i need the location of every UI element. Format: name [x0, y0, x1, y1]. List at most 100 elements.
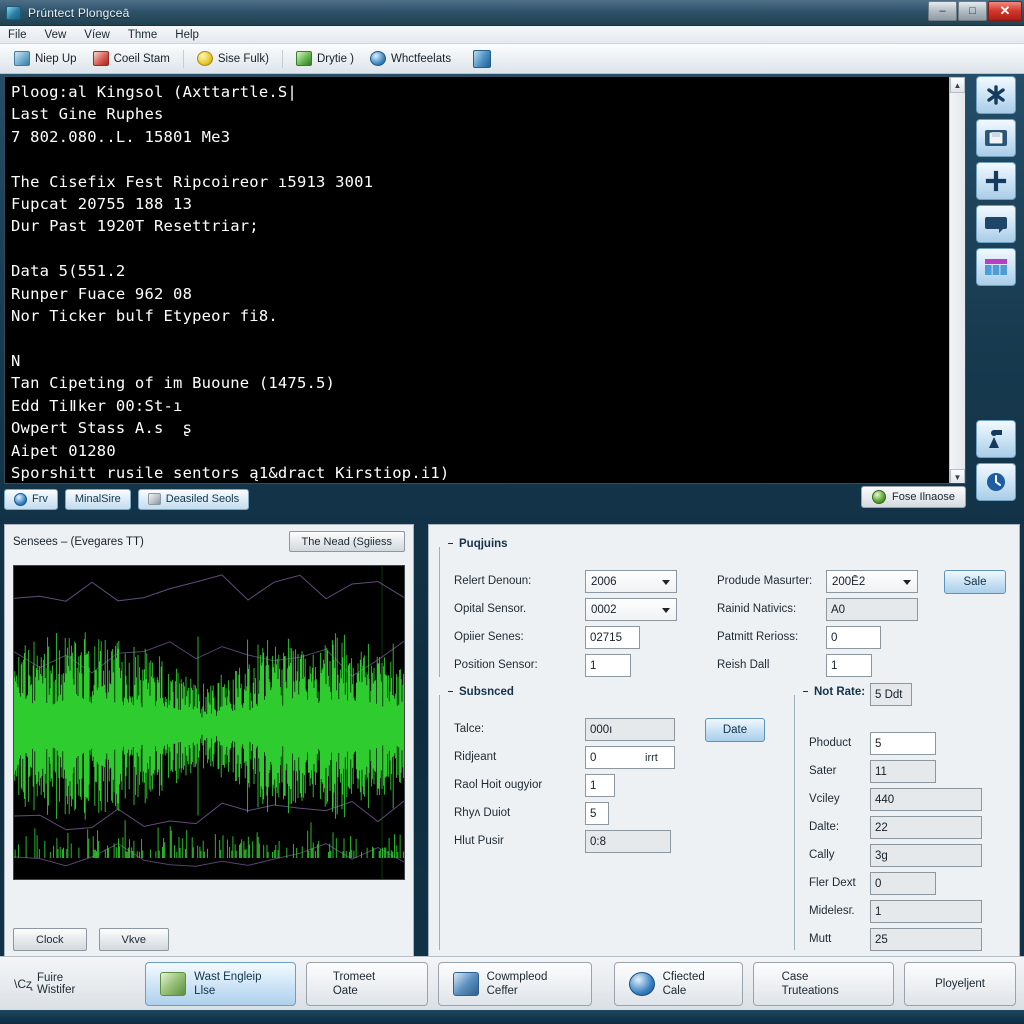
console-action-button[interactable]: Fose Ilnaose	[861, 486, 966, 508]
vkve-button[interactable]: Vkve	[98, 928, 169, 951]
wast-engleip-llse-button[interactable]: Wast Engleip Llse	[145, 961, 296, 1006]
graph-panel-header: Sensees – (Evegares TT) The Nead (Sgiies…	[5, 525, 413, 556]
label-hlut-pusir: Hlut Pusir	[454, 835, 504, 847]
input-phoduct[interactable]: 5	[870, 732, 936, 755]
select-relert-denoun[interactable]: 2006	[585, 570, 677, 593]
waveform-canvas[interactable]	[13, 565, 405, 880]
label-reish-dall: Reish Dall	[717, 659, 770, 671]
input-sater[interactable]: 11	[870, 760, 936, 783]
input-opiier-senes[interactable]: 02715	[585, 626, 640, 649]
group-title-puqjuins: – Puqjuins	[442, 538, 512, 550]
label-vciley: Vciley	[809, 793, 840, 805]
sale-button[interactable]: Sale	[944, 570, 1006, 594]
flag-person-icon-button[interactable]	[976, 420, 1016, 458]
globe-icon	[370, 51, 386, 66]
tromeet-oate-button[interactable]: Tromeet Oate	[305, 961, 428, 1006]
group-subsnced: – Subsnced Talce: 000ı Date Ridjeant 0 i…	[439, 686, 784, 950]
history-clock-icon-button[interactable]	[976, 463, 1016, 501]
label-phoduct: Phoduct	[809, 737, 852, 749]
collapse-toggle-icon[interactable]: –	[801, 686, 810, 697]
input-rainid-nativics[interactable]: A0	[826, 598, 918, 621]
button-label: Wast Engleip Llse	[194, 970, 262, 997]
bottom-note: \Сʐ Fuire Wistifer	[14, 972, 101, 996]
asterisk-icon-button[interactable]	[976, 76, 1016, 114]
clock-button[interactable]: Clock	[13, 928, 87, 951]
toolbar-button-label: Drytie )	[316, 52, 354, 65]
menu-item-view[interactable]: Víew	[84, 29, 110, 41]
collapse-toggle-icon[interactable]: –	[446, 538, 455, 549]
input-mideles[interactable]: 1	[870, 900, 982, 923]
menu-item-vew[interactable]: Vew	[45, 29, 67, 41]
input-rhy-duiot[interactable]: 5	[585, 802, 609, 825]
toolbar-button-niep-up[interactable]: Niep Up	[8, 49, 83, 68]
save-disk-icon-button[interactable]	[976, 119, 1016, 157]
group-puqjuins: – Puqjuins Relert Denoun: 2006 Opital Se…	[439, 538, 1011, 677]
select-produde-masurter[interactable]: 200Ē2	[826, 570, 918, 593]
window-title: Prúntect Plongceā	[28, 5, 130, 20]
input-patmitt-rerioss[interactable]: 0	[826, 626, 881, 649]
button-label: Tromeet Oate	[332, 970, 376, 997]
toolbar-button-label: Sise Fulk)	[217, 52, 269, 65]
input-talce[interactable]: 000ı	[585, 718, 675, 741]
input-fler-dext[interactable]: 0	[870, 872, 936, 895]
toolbar-button-label: Coeil Stam	[113, 52, 170, 65]
window-icon-button[interactable]	[976, 205, 1016, 243]
group-title-not-rate: – Not Rate:	[797, 686, 870, 698]
label-fler-dext: Fler Dext	[809, 877, 856, 889]
tab-label: MinalSire	[74, 493, 121, 505]
cowmpleod-ceffer-button[interactable]: Cowmpleod Ceffer	[437, 961, 592, 1006]
label-relert-denoun: Relert Denoun:	[454, 575, 532, 587]
label-mideles: Midelesг.	[809, 905, 855, 917]
case-truteations-button[interactable]: Case Truteations	[752, 961, 895, 1006]
main-toolbar: Niep Up Coeil Stam Sise Fulk) Drytie ) W…	[0, 44, 1024, 74]
scroll-up-icon[interactable]: ▲	[950, 77, 965, 93]
input-dalte[interactable]: 22	[870, 816, 982, 839]
toolbar-button-drytie[interactable]: Drytie )	[290, 49, 360, 68]
input-raol-hoit-ougyior[interactable]: 1	[585, 774, 615, 797]
input-cally[interactable]: 3ɡ	[870, 844, 982, 867]
close-button[interactable]: ✕	[988, 1, 1022, 21]
toolbar-button-sise-fulk[interactable]: Sise Fulk)	[191, 49, 275, 68]
toolbar-button-whctfeelats[interactable]: Whctfeelats	[364, 49, 457, 68]
console-text: Ploog:al Kingsol (Axttartle.S| Last Gine…	[11, 83, 450, 482]
collapse-toggle-icon[interactable]: –	[446, 686, 455, 697]
input-mutt[interactable]: 25	[870, 928, 982, 951]
group-label: Subsnced	[459, 686, 514, 698]
input-not-rate-header[interactable]: 5 Ddt	[870, 683, 912, 706]
console-action-label: Fose Ilnaose	[892, 491, 955, 503]
input-ridjeant[interactable]: 0	[585, 746, 675, 769]
table-icon-button[interactable]	[976, 248, 1016, 286]
select-opital-sensor[interactable]: 0002	[585, 598, 677, 621]
ployeljent-button[interactable]: Ployeljent	[904, 961, 1016, 1006]
toolbar-separator	[182, 49, 184, 68]
label-dalte: Dalte:	[809, 821, 840, 833]
phone-icon	[628, 971, 655, 996]
label-produde-masurter: Produde Masurter:	[717, 575, 813, 587]
list-icon	[452, 971, 479, 996]
graph-head-button[interactable]: The Nead (Sgiiess	[288, 531, 405, 552]
input-vciley[interactable]: 440	[870, 788, 982, 811]
menu-item-help[interactable]: Help	[175, 29, 199, 41]
tab-deasiled-seols[interactable]: Deasiled Seols	[137, 488, 250, 510]
window-app-icon	[6, 5, 21, 20]
input-reish-dall[interactable]: 1	[826, 654, 872, 677]
toolbar-button-coeil-stam[interactable]: Coeil Stam	[87, 49, 176, 68]
label-raol-hoit-ougyior: Raol Hoit ougyior	[454, 779, 543, 791]
cfiected-cale-button[interactable]: Cfiected Cale	[613, 961, 743, 1006]
document-green-icon	[295, 51, 312, 66]
toolbar-button-exit[interactable]	[467, 48, 497, 70]
menu-item-file[interactable]: File	[8, 29, 27, 41]
input-position-sensor[interactable]: 1	[585, 654, 631, 677]
minimize-button[interactable]: –	[928, 1, 957, 21]
scroll-down-icon[interactable]: ▼	[950, 469, 965, 483]
tab-frv[interactable]: Frv	[4, 488, 58, 510]
input-hlut-pusir[interactable]: 0:8	[585, 830, 671, 853]
console-scrollbar[interactable]: ▲ ▼	[949, 77, 965, 483]
plus-icon-button[interactable]	[976, 162, 1016, 200]
date-button[interactable]: Date	[705, 718, 765, 742]
square-gray-icon	[147, 493, 161, 505]
maximize-button[interactable]: □	[958, 1, 987, 21]
door-exit-icon	[473, 49, 492, 68]
menu-item-thme[interactable]: Thme	[128, 29, 157, 41]
tab-minalsire[interactable]: MinalSire	[64, 488, 131, 510]
